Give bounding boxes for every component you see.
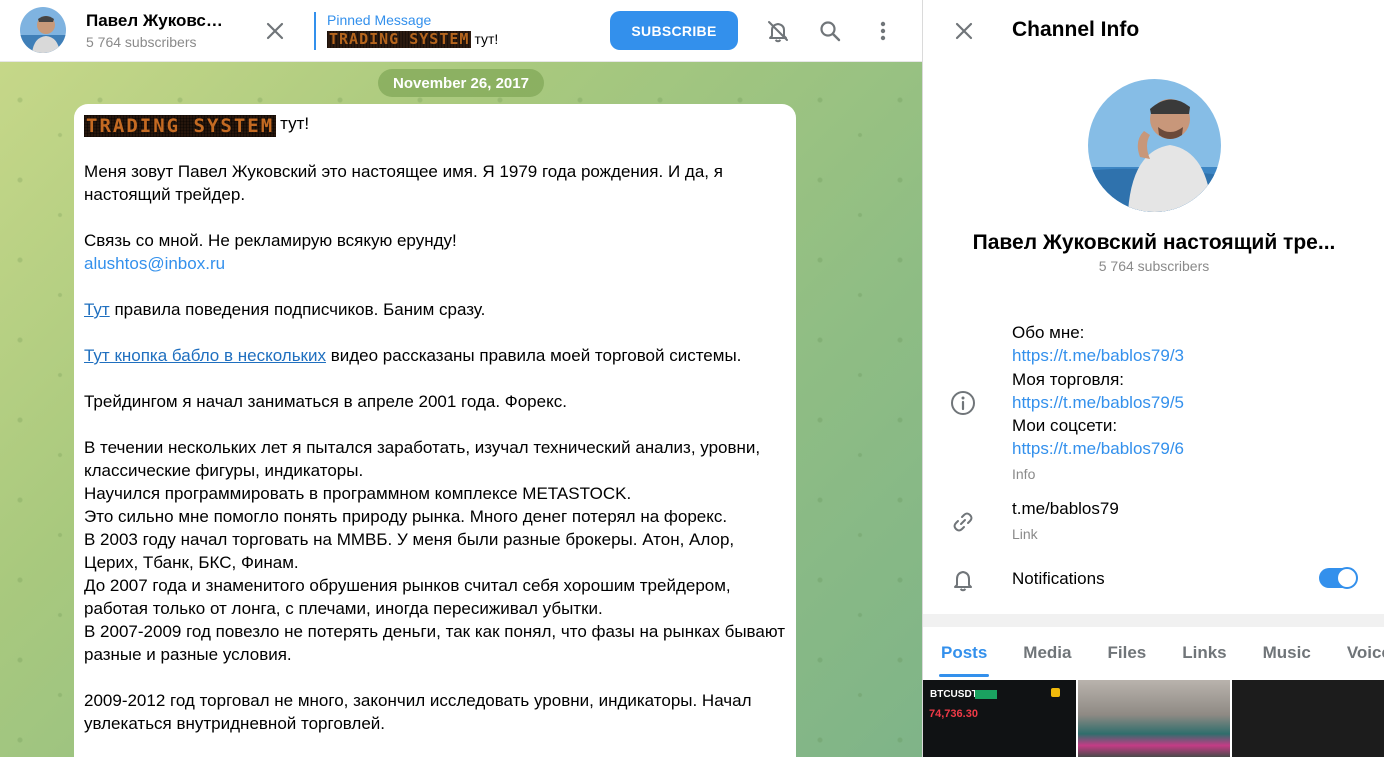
pinned-message-preview: TRADING SYSTEM тут! [327, 29, 594, 49]
info-caption: Info [1012, 465, 1036, 482]
panel-title: Channel Info [1012, 18, 1140, 41]
post-thumbnail[interactable] [1077, 680, 1231, 757]
channel-name: Павел Жуковский настоящий тре... [972, 231, 1336, 254]
channel-subscriber-count: 5 764 subscribers [1098, 258, 1210, 274]
message-text: видео рассказаны правила моей торговой с… [326, 346, 742, 365]
more-vertical-icon[interactable] [870, 18, 896, 44]
message-bubble: TRADING SYSTEM тут! Меня зовут Павел Жуко… [74, 104, 796, 757]
link-caption: Link [1012, 526, 1038, 542]
notifications-label: Notifications [1012, 569, 1105, 588]
link-icon [949, 508, 977, 536]
channel-avatar[interactable] [20, 7, 66, 53]
chat-header: Павел Жуковский настоящий трейдер 5 764 … [0, 0, 922, 62]
tab-media[interactable]: Media [1005, 627, 1089, 679]
tab-posts[interactable]: Posts [923, 627, 1005, 679]
channel-info-panel: Channel Info Павел Жуковский настоящий т… [922, 0, 1384, 757]
rules-link[interactable]: Тут [84, 300, 110, 319]
toggle-knob [1336, 567, 1358, 589]
chat-area: Павел Жуковский настоящий трейдер 5 764 … [0, 0, 922, 757]
social-label: Мои соцсети: [1012, 416, 1118, 436]
notifications-toggle[interactable] [1319, 567, 1358, 589]
channel-subscriber-count: 5 764 subscribers [86, 34, 197, 50]
channel-avatar-large[interactable] [1088, 79, 1221, 212]
tab-voice[interactable]: Voice [1329, 627, 1384, 679]
tab-files[interactable]: Files [1089, 627, 1164, 679]
trading-link[interactable]: https://t.me/bablos79/5 [1012, 393, 1184, 412]
message-logo-suffix: тут! [280, 114, 310, 133]
section-divider [923, 614, 1384, 627]
message-paragraph: Меня зовут Павел Жуковский это настоящее… [84, 162, 723, 204]
star-icon [1051, 688, 1060, 697]
close-icon[interactable] [262, 18, 288, 44]
subscribe-button[interactable]: SUBSCRIBE [610, 11, 738, 50]
trading-label: Моя торговля: [1012, 369, 1125, 389]
about-label: Обо мне: [1012, 323, 1085, 342]
trading-system-logo: TRADING SYSTEM [327, 29, 472, 48]
message-header-line: TRADING SYSTEM тут! [84, 112, 786, 137]
tab-links[interactable]: Links [1164, 627, 1244, 679]
pinned-message-label: Pinned Message [327, 12, 432, 28]
videos-link[interactable]: Тут кнопка бабло в нескольких [84, 346, 326, 365]
post-thumbnail[interactable]: BTCUSDT 74,736.30 [923, 680, 1076, 757]
message-paragraph: Трейдингом я начал заниматься в апреле 2… [84, 392, 567, 411]
message-paragraph: Научился программировать в программном к… [84, 484, 632, 503]
bell-off-icon[interactable] [765, 18, 791, 44]
search-icon[interactable] [817, 18, 843, 44]
message-paragraph: Это сильно мне помогло понять природу ры… [84, 507, 728, 526]
message-paragraph: Связь со мной. Не рекламирую всякую ерун… [84, 231, 457, 250]
tab-music[interactable]: Music [1245, 627, 1329, 679]
close-icon[interactable] [951, 18, 977, 44]
pinned-message-text: тут! [474, 31, 499, 47]
trading-system-logo: TRADING SYSTEM [86, 115, 275, 137]
about-link[interactable]: https://t.me/bablos79/3 [1012, 346, 1184, 365]
email-link[interactable]: alushtos@inbox.ru [84, 254, 225, 273]
message-paragraph: В 2003 году начал торговать на ММВБ. У м… [84, 530, 735, 572]
date-separator: November 26, 2017 [378, 69, 544, 97]
message-paragraph: В течении нескольких лет я пытался зараб… [84, 438, 761, 480]
channel-title[interactable]: Павел Жуковский настоящий трейдер [86, 11, 226, 31]
media-tabs: Posts Media Files Links Music Voice [923, 627, 1384, 679]
channel-description: Обо мне: https://t.me/bablos79/3 Моя тор… [1012, 321, 1184, 486]
social-link[interactable]: https://t.me/bablos79/6 [1012, 439, 1184, 458]
message-paragraph: До 2007 года и знаменитого обрушения рын… [84, 576, 731, 618]
thumbnail-ticker: BTCUSDT [930, 689, 978, 700]
info-icon [949, 389, 977, 417]
thumbnail-price: 74,736.30 [929, 708, 978, 720]
bell-icon [949, 566, 977, 594]
channel-link[interactable]: t.me/bablos79 [1012, 499, 1119, 519]
message-paragraph: В 2007-2009 год повезло не потерять день… [84, 622, 786, 664]
post-thumbnail[interactable] [1232, 680, 1384, 757]
message-text: правила поведения подписчиков. Баним сра… [109, 300, 486, 319]
posts-grid: BTCUSDT 74,736.30 [923, 680, 1384, 757]
message-paragraph: 2009-2012 год торговал не много, закончи… [84, 691, 752, 733]
pinned-message[interactable]: Pinned Message TRADING SYSTEM тут! [314, 12, 594, 50]
thumbnail-badge [975, 690, 997, 699]
